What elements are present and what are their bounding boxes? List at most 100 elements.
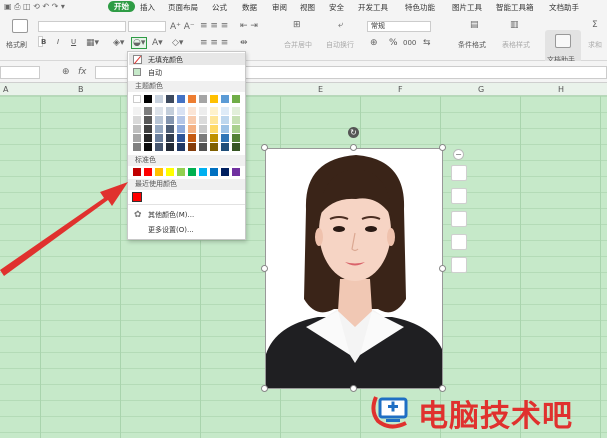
theme-shade-swatch[interactable] — [210, 107, 218, 115]
standard-color-swatch[interactable] — [199, 168, 207, 176]
font-size-combo[interactable] — [128, 21, 166, 32]
theme-shade-swatch[interactable] — [221, 116, 229, 124]
thousands-button[interactable]: 000 — [403, 39, 416, 47]
theme-shade-swatch[interactable] — [221, 143, 229, 151]
decimal-icon[interactable]: ⇆ — [423, 38, 431, 48]
standard-color-swatch[interactable] — [188, 168, 196, 176]
theme-shade-swatch[interactable] — [232, 116, 240, 124]
theme-shade-swatch[interactable] — [199, 116, 207, 124]
theme-shade-swatch[interactable] — [144, 134, 152, 142]
theme-color-swatch[interactable] — [188, 95, 196, 103]
theme-shade-swatch[interactable] — [177, 107, 185, 115]
theme-shade-swatch[interactable] — [210, 143, 218, 151]
collapse-tools-icon[interactable]: − — [453, 149, 464, 160]
resize-handle-left[interactable] — [261, 265, 268, 272]
theme-shade-swatch[interactable] — [210, 116, 218, 124]
format-painter-label[interactable]: 格式刷 — [6, 40, 27, 50]
theme-shade-swatch[interactable] — [232, 125, 240, 133]
shape-icon[interactable]: ◈▾ — [113, 38, 124, 48]
format-painter-icon[interactable] — [12, 19, 28, 33]
theme-color-swatch[interactable] — [166, 95, 174, 103]
portrait-photo[interactable] — [265, 148, 443, 389]
auto-wrap-label[interactable]: 自动换行 — [326, 40, 354, 50]
fx-icon[interactable]: fx — [78, 67, 87, 77]
tab-special[interactable]: 特色功能 — [405, 2, 435, 13]
theme-shade-swatch[interactable] — [166, 134, 174, 142]
border-icon[interactable]: ▦▾ — [86, 38, 99, 48]
theme-color-swatch[interactable] — [177, 95, 185, 103]
font-color-icon[interactable]: A▾ — [152, 38, 163, 48]
theme-color-swatch[interactable] — [210, 95, 218, 103]
sum-icon[interactable]: Σ — [592, 20, 598, 30]
wrap-icon[interactable]: ⤶ — [338, 20, 343, 30]
theme-shade-swatch[interactable] — [232, 107, 240, 115]
theme-shade-swatch[interactable] — [188, 116, 196, 124]
tab-view[interactable]: 视图 — [300, 2, 315, 13]
currency-icon[interactable]: ⊕ — [370, 38, 378, 48]
theme-shade-swatch[interactable] — [133, 134, 141, 142]
auto-color-swatch[interactable] — [133, 68, 141, 76]
zoom-picture-icon[interactable] — [451, 165, 467, 181]
more-settings-option[interactable]: 更多设置(O)... — [148, 225, 194, 235]
tab-formula[interactable]: 公式 — [212, 2, 227, 13]
theme-shade-swatch[interactable] — [144, 125, 152, 133]
theme-shade-swatch[interactable] — [166, 143, 174, 151]
theme-shade-swatch[interactable] — [199, 107, 207, 115]
more-colors-option[interactable]: 其他颜色(M)... — [148, 210, 194, 220]
theme-shade-swatch[interactable] — [210, 125, 218, 133]
theme-shade-swatch[interactable] — [232, 134, 240, 142]
theme-shade-swatch[interactable] — [166, 125, 174, 133]
theme-shade-swatch[interactable] — [199, 134, 207, 142]
distribute-icon[interactable]: ⇹ — [240, 38, 248, 48]
theme-shade-swatch[interactable] — [199, 125, 207, 133]
standard-color-swatch[interactable] — [177, 168, 185, 176]
theme-shade-swatch[interactable] — [232, 143, 240, 151]
theme-shade-swatch[interactable] — [133, 125, 141, 133]
rotate-handle-icon[interactable]: ↻ — [348, 127, 359, 138]
theme-shade-swatch[interactable] — [155, 134, 163, 142]
underline-button[interactable]: U — [71, 38, 76, 46]
theme-color-swatch[interactable] — [221, 95, 229, 103]
resize-handle-bottom-left[interactable] — [261, 385, 268, 392]
standard-color-swatch[interactable] — [155, 168, 163, 176]
theme-shade-swatch[interactable] — [133, 107, 141, 115]
tab-picture-tools[interactable]: 图片工具 — [452, 2, 482, 13]
standard-color-swatch[interactable] — [166, 168, 174, 176]
column-header-a[interactable]: A — [3, 85, 8, 94]
theme-shade-swatch[interactable] — [188, 134, 196, 142]
theme-shade-swatch[interactable] — [144, 116, 152, 124]
resize-handle-right[interactable] — [439, 265, 446, 272]
column-header-b[interactable]: B — [78, 85, 84, 94]
theme-shade-swatch[interactable] — [144, 107, 152, 115]
theme-shade-swatch[interactable] — [177, 143, 185, 151]
tab-insert[interactable]: 插入 — [140, 2, 155, 13]
merge-icon[interactable]: ⊞ — [293, 20, 301, 30]
table-style-icon[interactable]: ▥ — [510, 20, 519, 30]
theme-shade-swatch[interactable] — [155, 125, 163, 133]
picture-layout-icon[interactable] — [451, 211, 467, 227]
auto-color-option[interactable]: 自动 — [148, 68, 162, 78]
resize-handle-top-left[interactable] — [261, 144, 268, 151]
theme-shade-swatch[interactable] — [144, 143, 152, 151]
table-style-label[interactable]: 表格样式 — [502, 40, 530, 50]
theme-shade-swatch[interactable] — [155, 116, 163, 124]
theme-shade-swatch[interactable] — [221, 107, 229, 115]
theme-shade-swatch[interactable] — [188, 107, 196, 115]
picture-effect-icon[interactable] — [451, 234, 467, 250]
percent-button[interactable]: % — [389, 38, 398, 48]
theme-shade-swatch[interactable] — [177, 134, 185, 142]
merge-center-label[interactable]: 合并居中 — [284, 40, 312, 50]
column-header-f[interactable]: F — [398, 85, 403, 94]
indent-icon[interactable]: ⇤ ⇥ — [240, 21, 258, 31]
standard-color-swatch[interactable] — [210, 168, 218, 176]
resize-handle-top-right[interactable] — [439, 144, 446, 151]
no-fill-option[interactable]: 无填充颜色 — [148, 55, 183, 65]
column-header-e[interactable]: E — [318, 85, 323, 94]
crop-icon[interactable] — [451, 188, 467, 204]
tab-smart-toolbox[interactable]: 智能工具箱 — [496, 2, 534, 13]
column-header-g[interactable]: G — [478, 85, 484, 94]
theme-shade-swatch[interactable] — [221, 134, 229, 142]
theme-color-swatch[interactable] — [133, 95, 141, 103]
theme-shade-swatch[interactable] — [133, 143, 141, 151]
theme-shade-swatch[interactable] — [210, 134, 218, 142]
